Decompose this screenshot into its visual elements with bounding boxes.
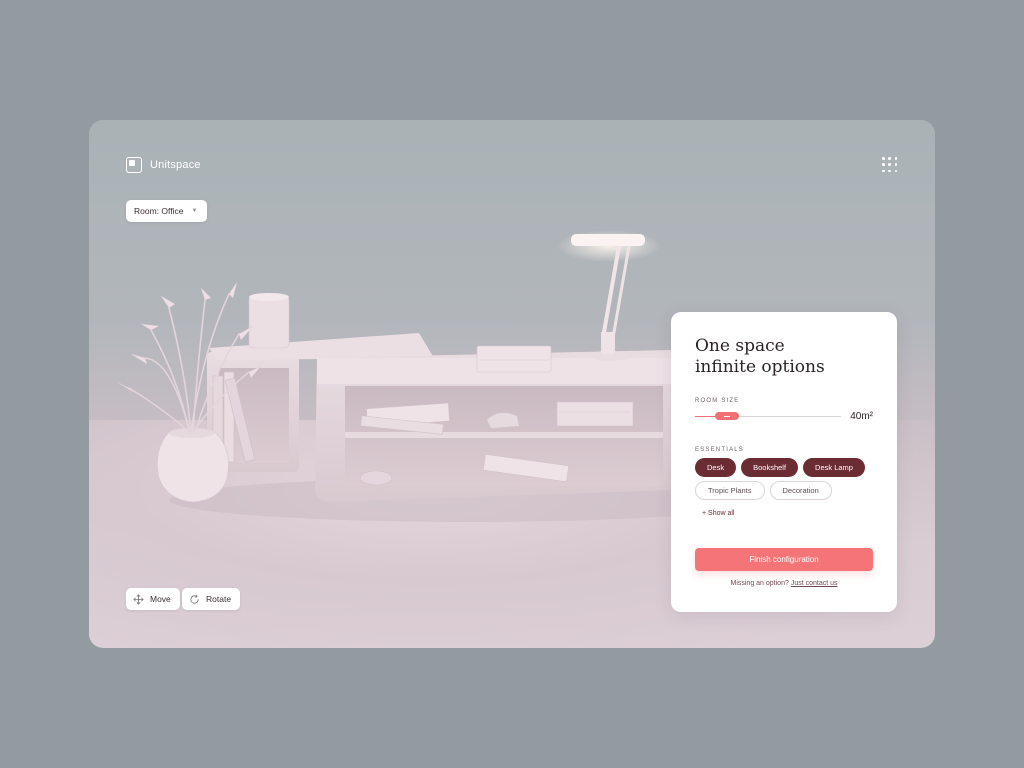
- missing-option-text: Missing an option?: [730, 580, 789, 587]
- essentials-label: ESSENTIALS: [695, 447, 745, 453]
- configurator-panel: One space infinite options ROOM SIZE 40m…: [671, 312, 897, 612]
- desk-lamp: [571, 234, 645, 246]
- missing-option-note: Missing an option? Just contact us: [671, 580, 897, 587]
- show-all-link[interactable]: + Show all: [702, 510, 735, 517]
- move-arrows-icon: [133, 594, 144, 604]
- chip-decoration[interactable]: Decoration: [769, 481, 832, 500]
- chip-tropic-plants[interactable]: Tropic Plants: [695, 481, 765, 500]
- slider-thumb[interactable]: [715, 412, 739, 420]
- contact-link[interactable]: Just contact us: [791, 580, 838, 587]
- viewport-3d[interactable]: Unitspace Room: Office ▼ Move Rotate One…: [89, 120, 935, 648]
- rotate-icon: [190, 594, 199, 604]
- plant-vase: [157, 431, 229, 503]
- chip-desk-lamp[interactable]: Desk Lamp: [803, 458, 865, 477]
- room-size-value: 40m²: [850, 410, 873, 422]
- panel-title-line-1: One space: [695, 336, 785, 356]
- panel-title-line-2: infinite options: [695, 357, 825, 377]
- room-select[interactable]: Room: Office ▼: [126, 200, 208, 222]
- room-size-slider[interactable]: [695, 409, 842, 423]
- room-size-label: ROOM SIZE: [695, 398, 740, 404]
- app-name: Unitspace: [150, 159, 201, 171]
- rotate-button[interactable]: Rotate: [182, 588, 241, 610]
- move-button[interactable]: Move: [126, 588, 180, 610]
- unitspace-logo-icon: [126, 157, 142, 173]
- finish-configuration-button[interactable]: Finish configuration: [695, 548, 873, 571]
- rotate-label: Rotate: [206, 594, 232, 604]
- essentials-chips: Desk Bookshelf Desk Lamp Tropic Plants D…: [695, 458, 879, 500]
- room-size-row: 40m²: [695, 409, 873, 423]
- brand[interactable]: Unitspace: [126, 157, 201, 173]
- chip-desk[interactable]: Desk: [695, 458, 737, 477]
- move-label: Move: [150, 594, 171, 604]
- chip-bookshelf[interactable]: Bookshelf: [741, 458, 799, 477]
- grid-dots-icon[interactable]: [882, 157, 898, 173]
- room-select-label: Room: Office: [134, 206, 184, 216]
- panel-title: One space infinite options: [695, 336, 875, 378]
- chevron-down-icon: ▼: [191, 208, 198, 214]
